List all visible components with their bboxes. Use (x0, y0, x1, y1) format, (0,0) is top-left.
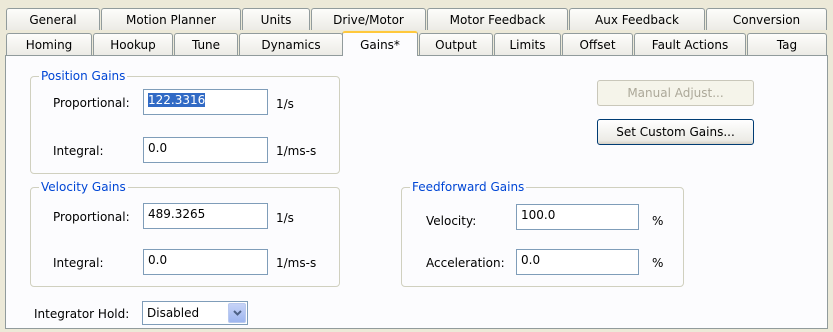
tab-hookup[interactable]: Hookup (93, 33, 173, 55)
chevron-down-icon[interactable] (228, 303, 246, 323)
tab-output[interactable]: Output (419, 33, 493, 55)
velocity-gains-title: Velocity Gains (39, 180, 128, 194)
tab-tag[interactable]: Tag (747, 33, 827, 55)
tab-fault-actions[interactable]: Fault Actions (634, 33, 746, 55)
tab-motion-planner[interactable]: Motion Planner (101, 8, 241, 30)
velocity-proportional-unit: 1/s (276, 211, 294, 225)
tab-conversion[interactable]: Conversion (706, 8, 827, 30)
integrator-hold-label: Integrator Hold: (34, 307, 130, 321)
velocity-proportional-label: Proportional: (53, 210, 130, 224)
tab-offset[interactable]: Offset (562, 33, 633, 55)
tab-units[interactable]: Units (242, 8, 310, 30)
feedforward-acceleration-label: Acceleration: (426, 256, 505, 270)
integrator-hold-value: Disabled (147, 306, 200, 320)
position-integral-label: Integral: (53, 144, 104, 158)
tab-homing[interactable]: Homing (6, 33, 92, 55)
tab-drive-motor[interactable]: Drive/Motor (311, 8, 426, 30)
feedforward-acceleration-field[interactable]: 0.0 (516, 249, 639, 275)
velocity-proportional-value: 489.3265 (148, 207, 206, 221)
position-proportional-label: Proportional: (53, 96, 130, 110)
tab-dynamics[interactable]: Dynamics (239, 33, 343, 55)
feedforward-velocity-value: 100.0 (521, 208, 556, 222)
integrator-hold-select[interactable]: Disabled (142, 301, 248, 325)
tab-limits[interactable]: Limits (494, 33, 561, 55)
feedforward-acceleration-value: 0.0 (521, 253, 541, 267)
tab-general[interactable]: General (6, 8, 100, 30)
gains-tab-page: Position Gains Proportional: 122.3316 1/… (5, 55, 828, 329)
tab-tune[interactable]: Tune (174, 33, 238, 55)
position-integral-unit: 1/ms-s (276, 144, 317, 158)
velocity-integral-label: Integral: (53, 256, 104, 270)
feedforward-acceleration-unit: % (652, 256, 664, 270)
set-custom-gains-button[interactable]: Set Custom Gains... (597, 119, 754, 145)
manual-adjust-button[interactable]: Manual Adjust... (597, 80, 754, 106)
tab-motor-feedback[interactable]: Motor Feedback (427, 8, 568, 30)
feedforward-velocity-unit: % (652, 214, 664, 228)
tab-gains[interactable]: Gains* (342, 31, 418, 56)
position-proportional-unit: 1/s (276, 97, 294, 111)
velocity-integral-value: 0.0 (148, 253, 168, 267)
position-gains-title: Position Gains (39, 69, 128, 83)
feedforward-gains-title: Feedforward Gains (410, 180, 527, 194)
gains-dialog: General Motion Planner Units Drive/Motor… (0, 0, 833, 332)
velocity-proportional-field[interactable]: 489.3265 (143, 203, 268, 229)
feedforward-velocity-label: Velocity: (426, 214, 477, 228)
velocity-integral-field[interactable]: 0.0 (143, 249, 268, 275)
position-proportional-value: 122.3316 (148, 93, 206, 107)
feedforward-velocity-field[interactable]: 100.0 (516, 204, 639, 230)
position-proportional-field[interactable]: 122.3316 (143, 89, 268, 115)
tab-aux-feedback[interactable]: Aux Feedback (569, 8, 705, 30)
position-integral-value: 0.0 (148, 141, 168, 155)
velocity-integral-unit: 1/ms-s (276, 256, 317, 270)
position-integral-field[interactable]: 0.0 (143, 137, 268, 163)
